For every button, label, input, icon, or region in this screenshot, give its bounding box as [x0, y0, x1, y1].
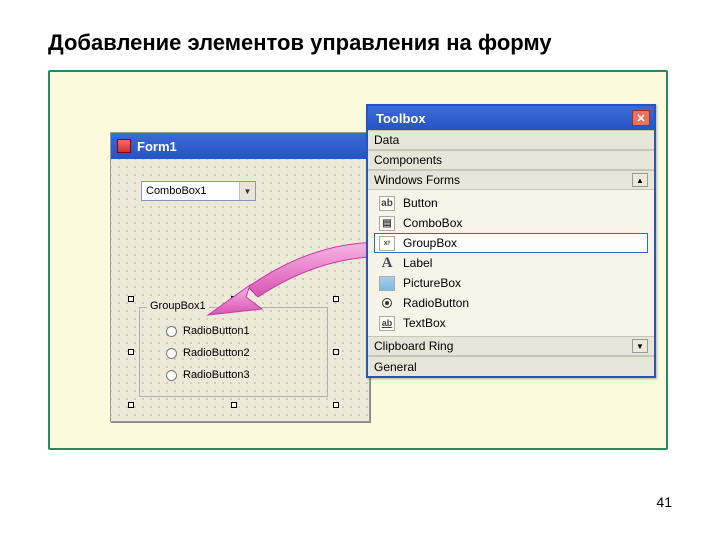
section-label: General: [374, 360, 417, 374]
form-icon: [117, 139, 131, 153]
scroll-down-icon[interactable]: ▼: [632, 339, 648, 353]
section-label: Data: [374, 133, 399, 147]
content-panel: Form1 ComboBox1 ▼ GroupBox1: [48, 70, 668, 450]
radio-icon: [166, 370, 177, 381]
toolbox-window: Toolbox ✕ Data Components Windows Forms …: [366, 104, 656, 378]
form-canvas[interactable]: ComboBox1 ▼ GroupBox1 RadioButton1: [111, 159, 369, 421]
item-label: TextBox: [403, 316, 446, 330]
toolbox-item-groupbox[interactable]: xʸ GroupBox: [374, 233, 648, 253]
toolbox-item-label[interactable]: A Label: [374, 253, 648, 273]
radiobutton-control[interactable]: RadioButton1: [166, 325, 250, 337]
toolbox-item-picturebox[interactable]: PictureBox: [374, 273, 648, 293]
section-label: Clipboard Ring: [374, 339, 453, 353]
toolbox-item-combobox[interactable]: ▤ ComboBox: [374, 213, 648, 233]
item-label: PictureBox: [403, 276, 461, 290]
combobox-dropdown-button[interactable]: ▼: [239, 182, 255, 200]
radiobutton-control[interactable]: RadioButton2: [166, 347, 250, 359]
radiobutton-icon: [379, 296, 395, 311]
combobox-control[interactable]: ComboBox1 ▼: [141, 181, 256, 201]
form-designer-window: Form1 ComboBox1 ▼ GroupBox1: [110, 132, 370, 422]
section-label: Components: [374, 153, 442, 167]
toolbox-section-general[interactable]: General: [368, 356, 654, 376]
radiobutton-control[interactable]: RadioButton3: [166, 369, 250, 381]
selection-handle[interactable]: [128, 349, 134, 355]
toolbox-item-radiobutton[interactable]: RadioButton: [374, 293, 648, 313]
combobox-text: ComboBox1: [142, 185, 239, 197]
button-icon: ab: [379, 196, 395, 211]
toolbox-section-components[interactable]: Components: [368, 150, 654, 170]
selection-handle[interactable]: [333, 296, 339, 302]
label-icon: A: [379, 256, 395, 271]
item-label: GroupBox: [403, 236, 457, 250]
groupbox-legend: GroupBox1: [147, 300, 209, 312]
section-label: Windows Forms: [374, 173, 460, 187]
item-label: ComboBox: [403, 216, 462, 230]
toolbox-title: Toolbox: [376, 111, 426, 126]
item-label: Button: [403, 196, 438, 210]
close-icon[interactable]: ✕: [632, 110, 650, 126]
selection-handle[interactable]: [333, 402, 339, 408]
scroll-up-icon[interactable]: ▲: [632, 173, 648, 187]
page-number: 41: [656, 494, 672, 510]
combobox-icon: ▤: [379, 216, 395, 231]
toolbox-titlebar[interactable]: Toolbox ✕: [368, 106, 654, 130]
radio-label: RadioButton1: [183, 325, 250, 337]
toolbox-item-textbox[interactable]: ab TextBox: [374, 313, 648, 333]
selection-handle[interactable]: [231, 296, 237, 302]
radio-icon: [166, 348, 177, 359]
textbox-icon: ab: [379, 316, 395, 331]
form-title: Form1: [137, 139, 177, 154]
radio-icon: [166, 326, 177, 337]
selection-handle[interactable]: [333, 349, 339, 355]
groupbox-icon: xʸ: [379, 236, 395, 251]
toolbox-section-clipboard-ring[interactable]: Clipboard Ring ▼: [368, 336, 654, 356]
groupbox-control[interactable]: GroupBox1 RadioButton1 RadioButton2 Radi…: [131, 299, 336, 405]
selection-handle[interactable]: [128, 296, 134, 302]
picturebox-icon: [379, 276, 395, 291]
selection-handle[interactable]: [231, 402, 237, 408]
toolbox-item-button[interactable]: ab Button: [374, 193, 648, 213]
toolbox-item-list: ab Button ▤ ComboBox xʸ GroupBox A Label…: [368, 190, 654, 336]
form-titlebar: Form1: [111, 133, 369, 159]
radio-label: RadioButton2: [183, 347, 250, 359]
toolbox-section-data[interactable]: Data: [368, 130, 654, 150]
item-label: RadioButton: [403, 296, 469, 310]
selection-handle[interactable]: [128, 402, 134, 408]
radio-label: RadioButton3: [183, 369, 250, 381]
toolbox-section-windows-forms[interactable]: Windows Forms ▲: [368, 170, 654, 190]
slide-title: Добавление элементов управления на форму: [48, 30, 552, 56]
item-label: Label: [403, 256, 432, 270]
